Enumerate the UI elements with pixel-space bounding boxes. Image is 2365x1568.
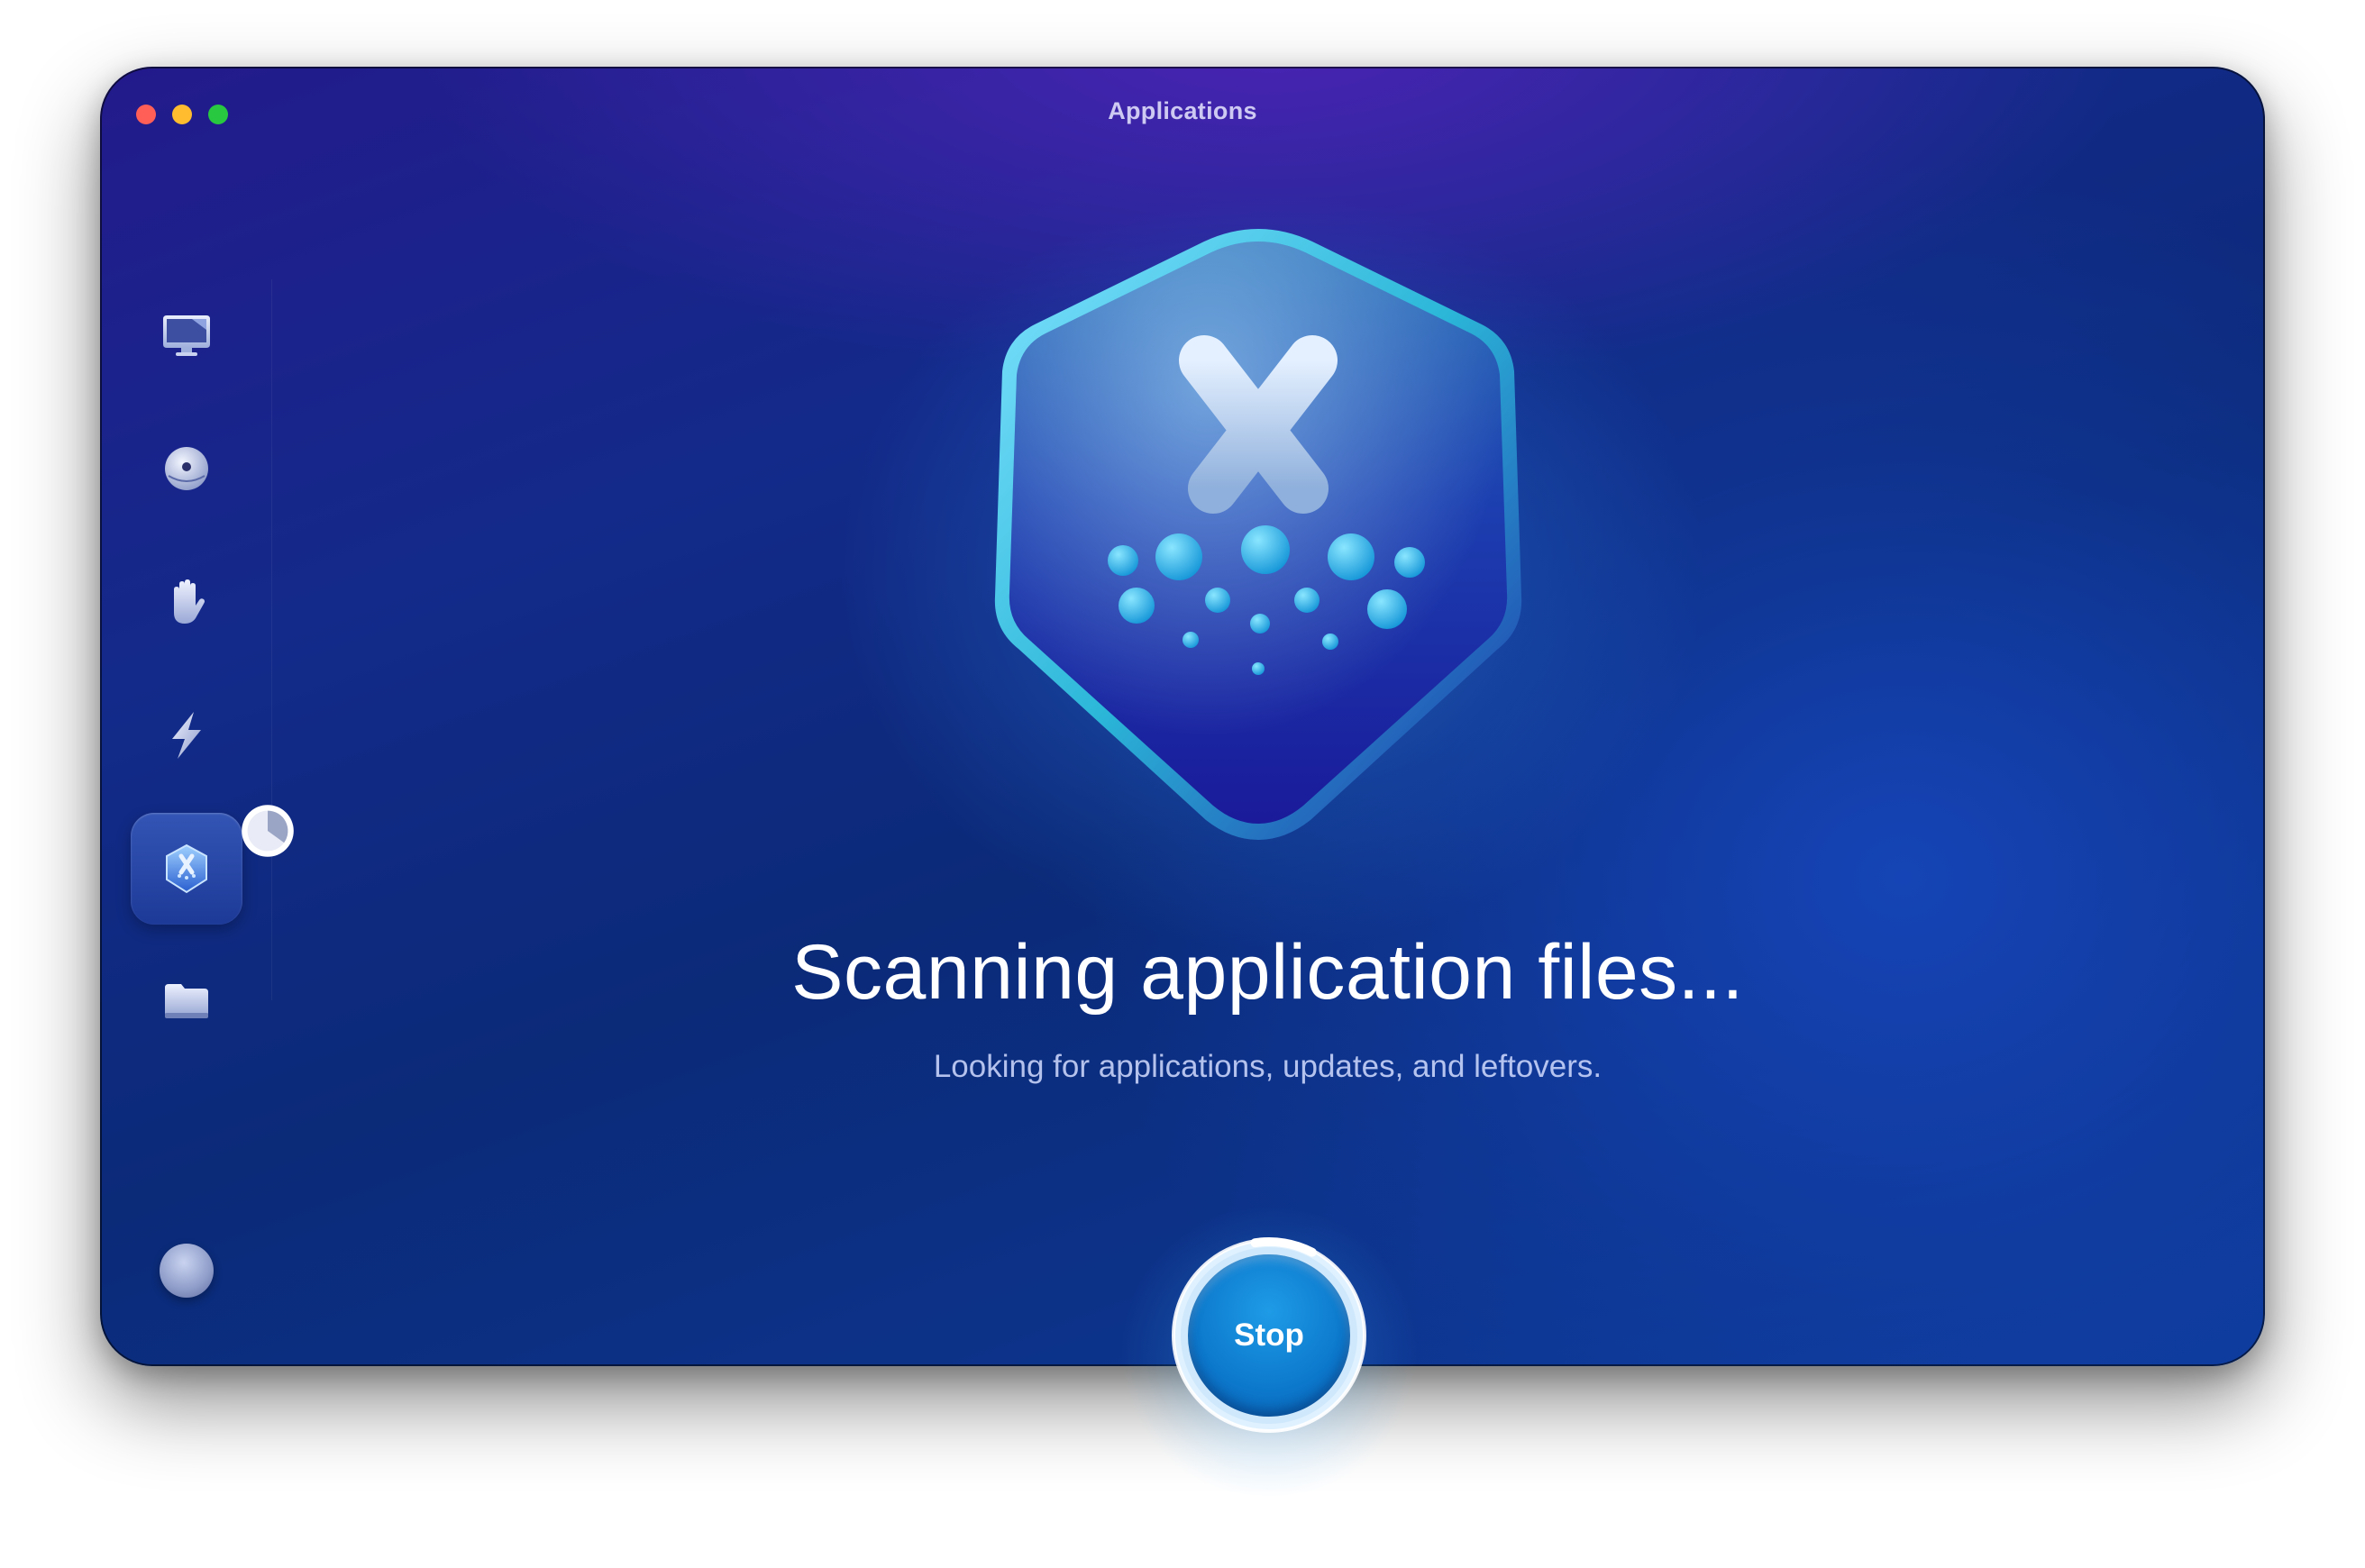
sidebar-item-smart-care[interactable] [131, 279, 242, 391]
scan-progress-badge [242, 805, 294, 857]
folder-icon [165, 984, 208, 1018]
hand-icon [174, 579, 205, 624]
stop-button[interactable]: Stop [1188, 1254, 1350, 1417]
scan-subtitle: Looking for applications, updates, and l… [933, 1049, 1603, 1084]
sidebar [100, 279, 294, 1018]
scan-headline: Scanning application files... [791, 929, 1744, 1016]
monitor-icon [163, 315, 210, 356]
sidebar-item-performance[interactable] [131, 679, 242, 791]
sidebar-item-protection[interactable] [131, 546, 242, 658]
disc-icon [165, 447, 208, 490]
minimize-window-button[interactable] [172, 105, 192, 124]
sidebar-item-cleanup[interactable] [131, 413, 242, 524]
applications-hex-icon [166, 843, 207, 894]
sidebar-item-applications[interactable] [131, 805, 294, 925]
uninstaller-hex-icon [994, 229, 1522, 840]
zoom-window-button[interactable] [208, 105, 228, 124]
applications-illustration [943, 218, 1574, 849]
close-window-button[interactable] [136, 105, 156, 124]
sidebar-item-my-clutter[interactable] [131, 946, 242, 1058]
assistant-icon[interactable] [160, 1244, 214, 1298]
lightning-icon [172, 712, 201, 759]
stop-control: Stop [1114, 1208, 1424, 1496]
stage: Applications Scanning application files.… [0, 0, 2365, 1568]
window-title: Applications [1108, 97, 1257, 124]
